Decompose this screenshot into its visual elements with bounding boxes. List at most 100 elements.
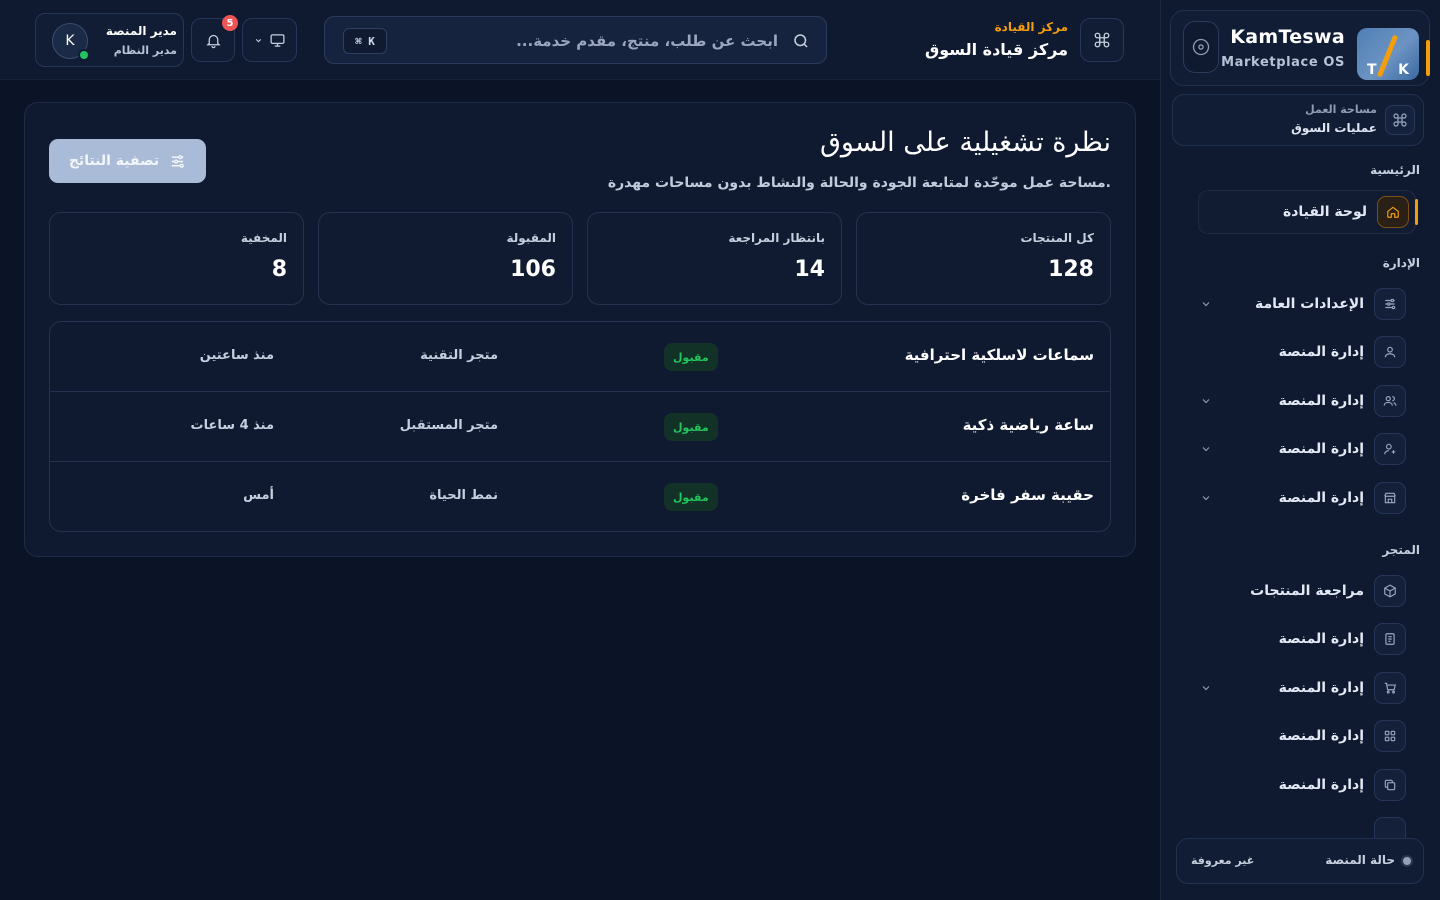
keyboard-shortcut: ⌘ K <box>343 28 387 54</box>
sidebar-item-label: مراجعة المنتجات <box>1250 583 1364 599</box>
sidebar-item-platform-5[interactable]: إدارة المنصة <box>1196 619 1420 659</box>
section-label-main: الرئيسية <box>1370 163 1420 177</box>
stat-card-pending-review[interactable]: بانتظار المراجعة 14 <box>587 212 842 305</box>
product-name: ساعة رياضية ذكية <box>962 416 1094 434</box>
page-title: مركز قيادة السوق <box>924 40 1068 59</box>
online-status-dot <box>78 49 90 61</box>
sidebar-item-platform-6[interactable]: إدارة المنصة <box>1196 668 1420 708</box>
breadcrumb[interactable]: مركز القيادة <box>995 20 1068 34</box>
stat-label: كل المنتجات <box>1020 231 1094 245</box>
store-icon <box>1374 482 1406 514</box>
workspace-label: مساحة العمل <box>1305 103 1377 116</box>
cart-icon <box>1374 672 1406 704</box>
table-row[interactable]: حقيبة سفر فاخرة مقبول نمط الحياة أمس <box>50 462 1110 531</box>
copy-icon <box>1374 769 1406 801</box>
search-bar[interactable]: ⌘ K <box>324 16 827 64</box>
chevron-down-icon <box>255 38 261 42</box>
stat-label: بانتظار المراجعة <box>728 231 825 245</box>
brand-subtitle: Marketplace OS <box>1221 55 1345 70</box>
status-badge: مقبول <box>664 483 718 511</box>
search-icon <box>794 34 808 48</box>
filter-label: تصفية النتائج <box>68 153 160 169</box>
sidebar-item-label: إدارة المنصة <box>1278 777 1364 793</box>
stat-card-hidden[interactable]: المخفية 8 <box>49 212 304 305</box>
brand-card: T K KamTeswa Marketplace OS <box>1170 10 1430 86</box>
brand-accent-bar <box>1426 40 1430 76</box>
logo-slash <box>1376 34 1399 78</box>
platform-status-value: غير معروفة <box>1191 854 1255 867</box>
bell-icon <box>205 34 221 48</box>
stat-label: المقبولة <box>506 231 556 245</box>
sidebar-item-dashboard[interactable]: لوحة القيادة <box>1198 190 1418 234</box>
timestamp: أمس <box>243 488 274 503</box>
users-icon <box>1374 385 1406 417</box>
sidebar-item-platform-7[interactable]: إدارة المنصة <box>1196 716 1420 756</box>
notification-badge: 5 <box>222 15 238 31</box>
status-badge: مقبول <box>664 413 718 441</box>
sidebar-item-platform-3[interactable]: إدارة المنصة <box>1196 429 1420 469</box>
chevron-down-icon <box>1202 447 1210 452</box>
sidebar-item-label: إدارة المنصة <box>1278 728 1364 744</box>
sidebar-item-general-settings[interactable]: الإعدادات العامة <box>1196 284 1420 324</box>
brand-name: KamTeswa <box>1230 26 1345 48</box>
top-bar: مركز القيادة مركز قيادة السوق ⌘ K 5 مدير… <box>0 0 1160 80</box>
table-row[interactable]: سماعات لاسلكية احترافية مقبول متجر التقن… <box>50 322 1110 392</box>
command-icon <box>1385 105 1415 135</box>
overview-subtitle: مساحة عمل موحّدة لمتابعة الجودة والحالة … <box>607 175 1111 191</box>
product-name: سماعات لاسلكية احترافية <box>904 346 1094 364</box>
stat-label: المخفية <box>240 231 287 245</box>
sliders-icon <box>171 154 185 168</box>
user-name: مدير المنصة <box>105 24 177 38</box>
store-name: نمط الحياة <box>429 488 498 503</box>
sidebar-item-label: لوحة القيادة <box>1282 204 1367 220</box>
sidebar-item-label: الإعدادات العامة <box>1255 296 1364 312</box>
monitor-icon <box>269 33 285 47</box>
notifications-button[interactable]: 5 <box>191 15 238 62</box>
user-menu[interactable]: مدير المنصة مدير النظام K <box>35 13 184 67</box>
logo-letter-k: K <box>1398 62 1409 78</box>
sidebar-item-label: إدارة المنصة <box>1278 441 1364 457</box>
avatar: K <box>52 23 90 61</box>
display-mode-button[interactable] <box>242 18 297 62</box>
stat-value: 106 <box>510 257 556 282</box>
sidebar-item-platform-4[interactable]: إدارة المنصة <box>1196 478 1420 518</box>
overview-panel: نظرة تشغيلية على السوق مساحة عمل موحّدة … <box>24 102 1136 557</box>
target-icon <box>1192 38 1210 56</box>
sidebar-item-product-review[interactable]: مراجعة المنتجات <box>1196 571 1420 611</box>
box-icon <box>1374 575 1406 607</box>
table-row[interactable]: ساعة رياضية ذكية مقبول متجر المستقبل منذ… <box>50 392 1110 462</box>
user-plus-icon <box>1374 433 1406 465</box>
section-label-store: المتجر <box>1382 543 1420 557</box>
command-palette-button[interactable] <box>1080 18 1124 62</box>
filter-results-button[interactable]: تصفية النتائج <box>49 139 206 183</box>
timestamp: منذ 4 ساعات <box>190 418 274 433</box>
sidebar-item-label: إدارة المنصة <box>1278 393 1364 409</box>
status-badge: مقبول <box>664 343 718 371</box>
sidebar-item-platform-1[interactable]: إدارة المنصة <box>1196 332 1420 372</box>
grid-icon <box>1374 720 1406 752</box>
sidebar-item-platform-8[interactable]: إدارة المنصة <box>1196 765 1420 805</box>
sidebar-item-platform-2[interactable]: إدارة المنصة <box>1196 381 1420 421</box>
sidebar-item-label: إدارة المنصة <box>1278 490 1364 506</box>
workspace-selector[interactable]: مساحة العمل عمليات السوق <box>1172 94 1424 146</box>
sidebar-item-label: إدارة المنصة <box>1278 344 1364 360</box>
platform-status-card: حالة المنصة غير معروفة <box>1176 838 1424 884</box>
stat-value: 14 <box>794 257 825 282</box>
search-input[interactable] <box>398 29 778 53</box>
workspace-value: عمليات السوق <box>1291 121 1377 135</box>
sidebar-item-label: إدارة المنصة <box>1278 680 1364 696</box>
chevron-down-icon <box>1202 399 1210 404</box>
store-name: متجر التقنية <box>420 348 498 363</box>
stat-card-approved[interactable]: المقبولة 106 <box>318 212 573 305</box>
section-label-admin: الإدارة <box>1382 256 1420 270</box>
command-icon <box>1094 32 1110 48</box>
sidebar-toggle-button[interactable] <box>1183 21 1219 73</box>
chevron-down-icon <box>1202 496 1210 501</box>
chevron-down-icon <box>1202 686 1210 691</box>
stat-value: 128 <box>1048 257 1094 282</box>
avatar-initial: K <box>65 33 75 49</box>
user-icon <box>1374 336 1406 368</box>
stat-card-all-products[interactable]: كل المنتجات 128 <box>856 212 1111 305</box>
platform-status-label: حالة المنصة <box>1325 853 1395 867</box>
sliders-icon <box>1374 288 1406 320</box>
